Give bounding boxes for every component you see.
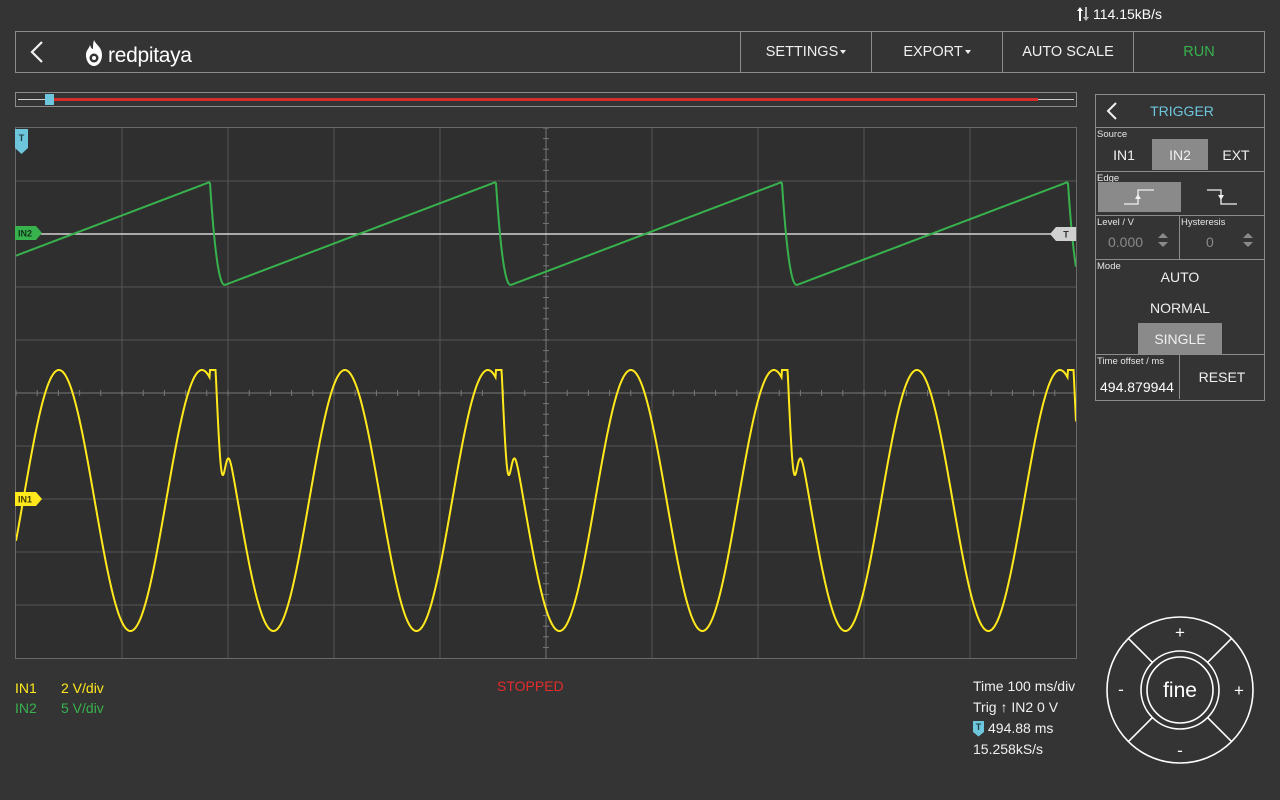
top-bar: redpitaya SETTINGS EXPORT AUTO SCALE RUN [15, 31, 1265, 73]
source-ext-button[interactable]: EXT [1208, 139, 1264, 170]
time-scrollbar[interactable] [15, 92, 1077, 107]
in2-marker-icon: IN2 [15, 226, 42, 240]
time-offset-label: Time offset / ms [1097, 356, 1165, 367]
source-in2-button[interactable]: IN2 [1152, 139, 1208, 170]
redpitaya-logo: redpitaya [82, 38, 192, 70]
jog-up-plus[interactable]: + [1175, 623, 1185, 642]
time-offset-section: Time offset / ms 494.879944 RESET [1096, 355, 1264, 399]
mode-single-button[interactable]: SINGLE [1138, 323, 1222, 354]
time-offset-input[interactable]: 494.879944 [1100, 379, 1174, 395]
source-options: IN1 IN2 EXT [1096, 139, 1264, 170]
falling-edge-icon [1206, 189, 1237, 205]
jog-down-minus[interactable]: - [1177, 741, 1183, 760]
in2-name: IN2 [15, 700, 37, 716]
level-hysteresis-section: Level / V Hysteresis 0.000 0 [1096, 216, 1264, 260]
hysteresis-input[interactable]: 0 [1206, 234, 1214, 250]
plot-grid [16, 128, 1076, 658]
flame-logo-icon [86, 40, 102, 66]
time-offset-badge-icon: T [973, 720, 984, 737]
timing-info: Time 100 ms/div Trig ↑ IN2 0 V T 494.88 … [973, 676, 1075, 760]
plot-canvas [16, 128, 1076, 658]
scroll-thumb[interactable] [45, 94, 54, 105]
level-input[interactable]: 0.000 [1108, 234, 1143, 250]
mode-label: Mode [1097, 261, 1121, 272]
in1-scale: 2 V/div [61, 680, 104, 696]
rising-edge-icon [1123, 189, 1154, 205]
transfer-arrows-icon [1077, 7, 1089, 21]
level-spinner-icon[interactable] [1157, 231, 1169, 249]
in1-marker-text: IN1 [18, 495, 32, 505]
sample-rate: 15.258kS/s [973, 741, 1044, 757]
in1-name: IN1 [15, 680, 37, 696]
mode-auto-button[interactable]: AUTO [1138, 261, 1222, 292]
auto-scale-button[interactable]: AUTO SCALE [1002, 32, 1133, 72]
export-menu-button[interactable]: EXPORT [871, 32, 1002, 72]
in1-scale-row: IN1 2 V/div [15, 678, 104, 698]
trigger-level-text: T [1063, 230, 1069, 240]
trigger-marker-icon: T [15, 129, 28, 154]
trigger-panel-title: TRIGGER [1150, 103, 1214, 119]
hysteresis-spinner-icon[interactable] [1242, 231, 1254, 249]
jog-right-plus[interactable]: + [1234, 681, 1244, 700]
trigger-panel-header: TRIGGER [1096, 95, 1264, 128]
main-menu: SETTINGS EXPORT AUTO SCALE RUN [740, 32, 1264, 72]
export-caret-icon [964, 50, 971, 54]
back-icon[interactable] [26, 39, 50, 65]
trigger-level-icon: T [1050, 227, 1076, 241]
time-scale: Time 100 ms/div [973, 678, 1076, 694]
hysteresis-label: Hysteresis [1181, 217, 1226, 228]
trigger-info: Trig ↑ IN2 0 V [973, 699, 1059, 715]
jog-left-minus[interactable]: - [1118, 680, 1124, 699]
trigger-panel: TRIGGER Source IN1 IN2 EXT Edge Level / … [1095, 94, 1265, 401]
rising-edge-button[interactable] [1098, 182, 1181, 212]
time-offset-row: T 494.88 ms [973, 718, 1075, 739]
settings-label: SETTINGS [765, 44, 839, 60]
source-section: Source IN1 IN2 EXT [1096, 128, 1264, 172]
buffer-range [52, 98, 1038, 101]
in1-marker-icon: IN1 [15, 492, 42, 506]
fine-label[interactable]: fine [1163, 679, 1197, 702]
mode-section: Mode AUTO NORMAL SINGLE [1096, 260, 1264, 355]
auto-scale-label: AUTO SCALE [1022, 44, 1114, 60]
channel-scales: IN1 2 V/div IN2 5 V/div [15, 678, 104, 718]
jog-wheel: fine + - - + [1106, 616, 1254, 764]
mode-normal-button[interactable]: NORMAL [1138, 292, 1222, 323]
network-rate: 114.15kB/s [1093, 6, 1163, 22]
edge-options [1096, 182, 1264, 212]
export-label: EXPORT [903, 44, 963, 60]
level-divider [1179, 216, 1180, 259]
falling-edge-button[interactable] [1181, 182, 1264, 212]
source-in1-button[interactable]: IN1 [1096, 139, 1152, 170]
in2-scale-row: IN2 5 V/div [15, 698, 104, 718]
time-offset-value: 494.88 ms [988, 720, 1054, 736]
level-label: Level / V [1097, 217, 1134, 228]
run-button[interactable]: RUN [1133, 32, 1264, 72]
in2-marker-text: IN2 [18, 229, 32, 239]
acquisition-status: STOPPED [497, 678, 564, 694]
oscilloscope-plot[interactable]: T IN2 IN1 T [15, 127, 1077, 659]
network-status: 114.15kB/s [1076, 6, 1162, 22]
edge-section: Edge [1096, 172, 1264, 216]
logo-text: redpitaya [108, 44, 192, 67]
in2-scale: 5 V/div [61, 700, 104, 716]
settings-caret-icon [840, 50, 847, 54]
run-label: RUN [1183, 44, 1215, 60]
trigger-marker-text: T [19, 133, 25, 143]
reset-button[interactable]: RESET [1180, 355, 1264, 399]
settings-menu-button[interactable]: SETTINGS [740, 32, 871, 72]
